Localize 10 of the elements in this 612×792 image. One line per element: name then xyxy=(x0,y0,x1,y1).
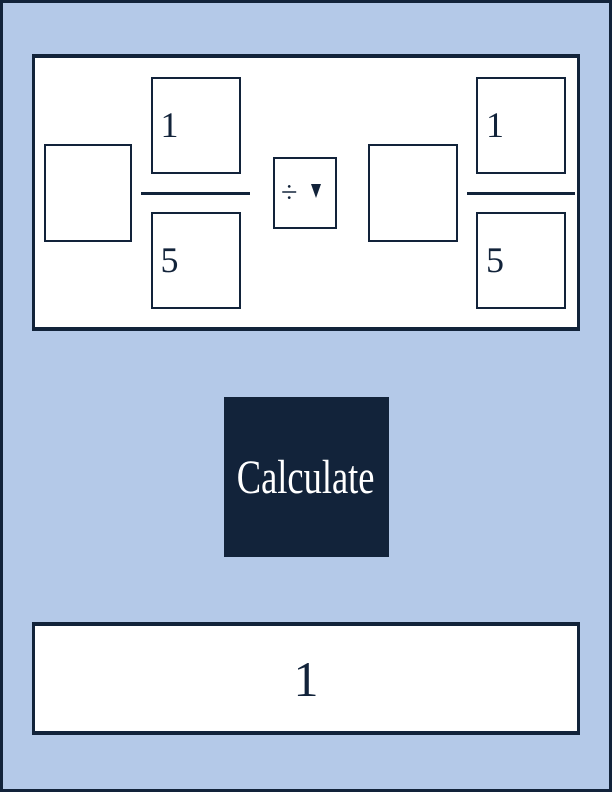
operator-dropdown[interactable]: ÷ xyxy=(273,156,337,228)
whole-number-field[interactable] xyxy=(368,144,458,242)
numerator-field[interactable]: 1 xyxy=(150,76,240,174)
caret-icon xyxy=(311,184,321,198)
denominator-field[interactable]: 5 xyxy=(150,212,240,308)
denominator-field[interactable]: 5 xyxy=(476,212,566,308)
result-box: 1 xyxy=(32,622,580,735)
numerator-field[interactable]: 1 xyxy=(476,76,566,174)
whole-number-field[interactable] xyxy=(44,144,132,242)
calculate-button[interactable]: Calculate xyxy=(224,397,388,557)
